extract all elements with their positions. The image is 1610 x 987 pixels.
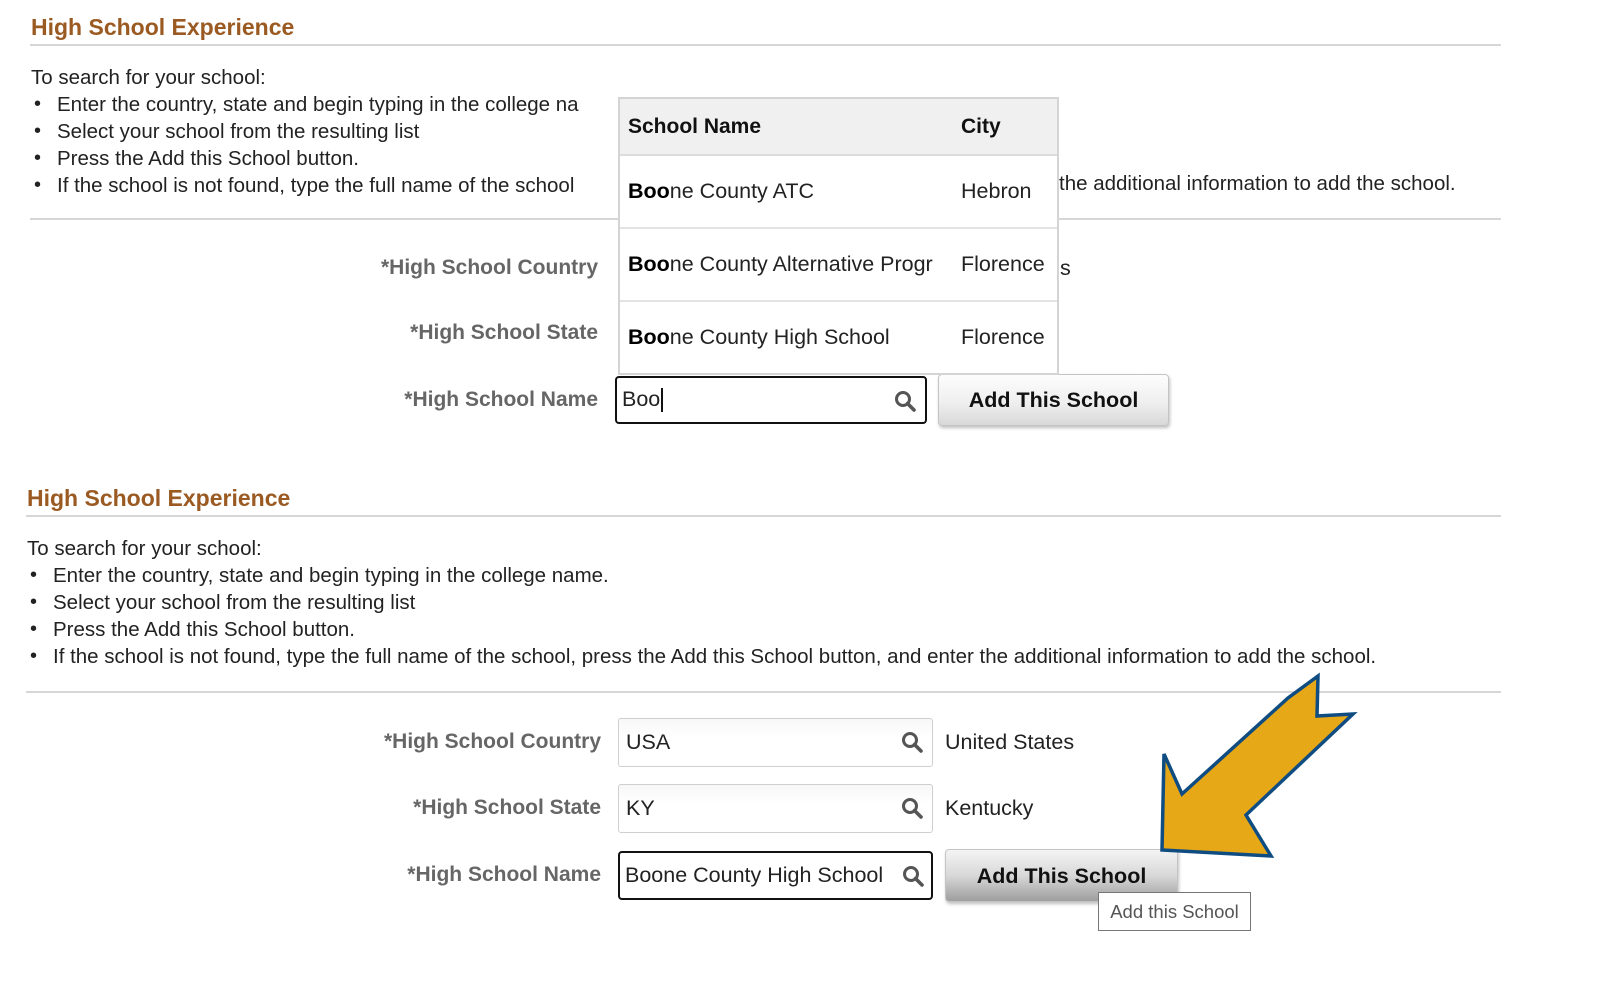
- country-description: United States: [945, 730, 1075, 754]
- school-name-input[interactable]: Boone County High School: [618, 851, 933, 900]
- instruction-item: If the school is not found, type the ful…: [26, 643, 1376, 670]
- section-title-divider: [26, 515, 1501, 517]
- annotation-arrow-icon: [1160, 672, 1358, 858]
- instructions-intro: To search for your school:: [27, 537, 262, 560]
- search-icon[interactable]: [900, 796, 924, 820]
- country-input[interactable]: USA: [618, 718, 933, 767]
- instruction-item: Select your school from the resulting li…: [26, 589, 1376, 616]
- country-value: USA: [626, 730, 671, 754]
- instruction-item: Press the Add this School button.: [26, 616, 1376, 643]
- state-label: *High School State: [413, 796, 601, 819]
- state-value: KY: [626, 796, 655, 820]
- arrow-shape: [1160, 672, 1358, 858]
- instruction-item: Enter the country, state and begin typin…: [26, 562, 1376, 589]
- state-input[interactable]: KY: [618, 784, 933, 833]
- add-school-tooltip: Add this School: [1098, 892, 1251, 931]
- search-icon[interactable]: [900, 730, 924, 754]
- section-title: High School Experience: [27, 485, 291, 511]
- state-description: Kentucky: [945, 796, 1034, 820]
- instructions-list: Enter the country, state and begin typin…: [26, 562, 1376, 670]
- search-icon[interactable]: [901, 864, 925, 888]
- school-name-label: *High School Name: [407, 863, 601, 886]
- school-name-value: Boone County High School: [625, 863, 884, 887]
- country-label: *High School Country: [384, 730, 601, 753]
